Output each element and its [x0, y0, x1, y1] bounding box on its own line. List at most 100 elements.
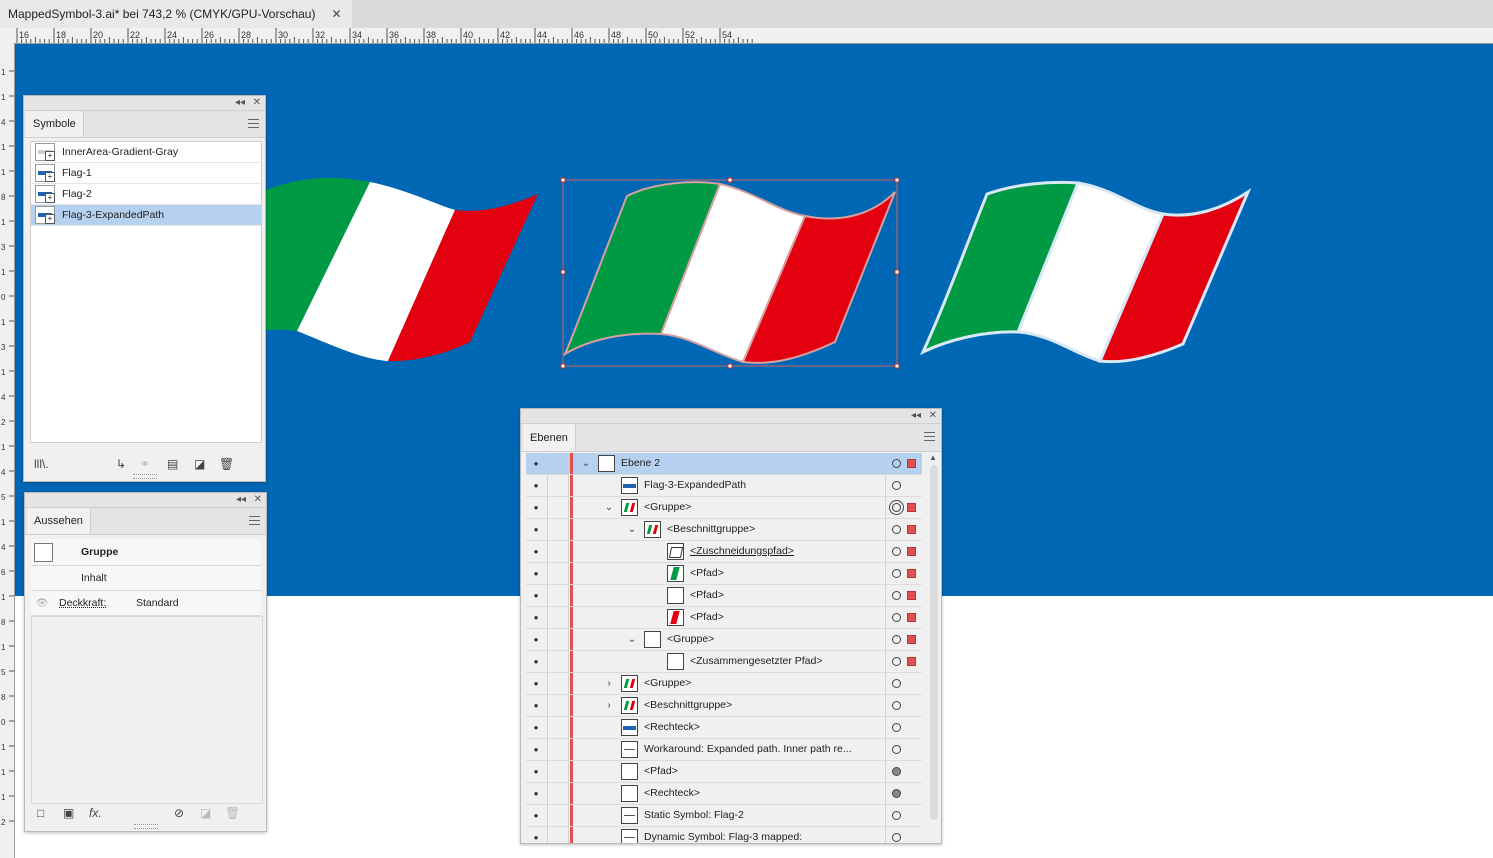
target-circle-icon[interactable] [892, 613, 901, 622]
clear-icon[interactable]: ⊘ [174, 806, 184, 820]
panel-menu-icon[interactable] [924, 432, 935, 441]
chevron-down-icon[interactable]: ⌄ [626, 519, 638, 540]
collapse-panel-icon[interactable]: ◂◂ [911, 409, 921, 423]
tab-symbole[interactable]: Symbole [26, 111, 84, 137]
fx-icon[interactable]: fx. [89, 806, 102, 820]
panel-resize-grip[interactable] [133, 824, 158, 829]
symbol-item[interactable]: + InnerArea-Gradient-Gray [31, 142, 261, 163]
lock-toggle[interactable] [547, 805, 569, 826]
symbol-item[interactable]: + Flag-2 [31, 184, 261, 205]
target-circle-icon[interactable] [892, 723, 901, 732]
layer-row[interactable]: ● › <Gruppe> [526, 673, 922, 695]
target-circle-icon[interactable] [892, 811, 901, 820]
layer-row[interactable]: ● ⌄ <Gruppe> [526, 497, 922, 519]
chevron-down-icon[interactable]: ⌄ [580, 453, 592, 474]
layer-row[interactable]: ● Flag-3-ExpandedPath [526, 475, 922, 497]
visibility-eye-icon[interactable]: ● [526, 761, 546, 782]
lock-toggle[interactable] [547, 497, 569, 518]
visibility-eye-icon[interactable]: ● [526, 805, 546, 826]
layer-row[interactable]: ● › <Beschnittgruppe> [526, 695, 922, 717]
place-symbol-icon[interactable]: ↳ [116, 457, 126, 471]
visibility-eye-icon[interactable]: ● [526, 827, 546, 843]
visibility-eye-icon[interactable]: ● [526, 519, 546, 540]
tab-ebenen[interactable]: Ebenen [523, 424, 576, 451]
visibility-eye-icon[interactable]: ● [526, 563, 546, 584]
visibility-eye-icon[interactable]: 👁 [31, 598, 53, 609]
close-panel-icon[interactable]: ✕ [253, 96, 261, 110]
lock-toggle[interactable] [547, 761, 569, 782]
chevron-down-icon[interactable]: ⌄ [626, 629, 638, 650]
flag-1-artwork[interactable] [255, 177, 538, 362]
lock-toggle[interactable] [547, 607, 569, 628]
layers-scrollbar[interactable]: ▲ [929, 453, 939, 825]
close-panel-icon[interactable]: ✕ [254, 493, 262, 507]
lock-toggle[interactable] [547, 453, 569, 474]
visibility-eye-icon[interactable]: ● [526, 585, 546, 606]
lock-toggle[interactable] [547, 695, 569, 716]
lock-toggle[interactable] [547, 475, 569, 496]
target-circle-icon[interactable] [892, 767, 901, 776]
panel-menu-icon[interactable] [249, 516, 260, 525]
layer-row[interactable]: ● <Zuschneidungspfad> [526, 541, 922, 563]
appearance-object-row[interactable]: Gruppe [31, 539, 261, 566]
lock-toggle[interactable] [547, 519, 569, 540]
layer-row[interactable]: ● Dynamic Symbol: Flag-3 mapped: [526, 827, 922, 843]
tab-aussehen[interactable]: Aussehen [27, 508, 91, 534]
target-circle-icon[interactable] [892, 503, 901, 512]
target-circle-icon[interactable] [892, 745, 901, 754]
symbol-item[interactable]: + Flag-3-ExpandedPath [31, 205, 261, 226]
visibility-eye-icon[interactable]: ● [526, 695, 546, 716]
lock-toggle[interactable] [547, 541, 569, 562]
target-circle-icon[interactable] [892, 789, 901, 798]
layer-row[interactable]: ● <Pfad> [526, 563, 922, 585]
lock-toggle[interactable] [547, 629, 569, 650]
visibility-eye-icon[interactable]: ● [526, 717, 546, 738]
visibility-eye-icon[interactable]: ● [526, 475, 546, 496]
target-circle-icon[interactable] [892, 525, 901, 534]
vertical-ruler[interactable]: 1141181310131421451461815801112 [0, 43, 15, 858]
layer-row[interactable]: ● <Pfad> [526, 585, 922, 607]
target-circle-icon[interactable] [892, 591, 901, 600]
symbol-item[interactable]: + Flag-1 [31, 163, 261, 184]
flag-2-artwork[interactable] [560, 177, 900, 369]
chevron-right-icon[interactable]: › [603, 673, 615, 694]
appearance-opacity-row[interactable]: 👁 Deckkraft: Standard [31, 591, 261, 616]
delete-icon[interactable]: 🗑 [219, 457, 234, 471]
layer-row[interactable]: ● <Zusammengesetzter Pfad> [526, 651, 922, 673]
appearance-content-row[interactable]: Inhalt [31, 566, 261, 591]
visibility-eye-icon[interactable]: ● [526, 651, 546, 672]
selection-indicator[interactable] [907, 547, 916, 556]
lock-toggle[interactable] [547, 585, 569, 606]
lock-toggle[interactable] [547, 717, 569, 738]
chevron-right-icon[interactable]: › [603, 695, 615, 716]
collapse-panel-icon[interactable]: ◂◂ [236, 493, 246, 507]
visibility-eye-icon[interactable]: ● [526, 541, 546, 562]
target-circle-icon[interactable] [892, 481, 901, 490]
layer-row[interactable]: ● <Rechteck> [526, 717, 922, 739]
target-circle-icon[interactable] [892, 459, 901, 468]
layer-row[interactable]: ● <Pfad> [526, 761, 922, 783]
close-panel-icon[interactable]: ✕ [929, 409, 937, 423]
selection-indicator[interactable] [907, 459, 916, 468]
target-circle-icon[interactable] [892, 657, 901, 666]
document-tab[interactable]: MappedSymbol-3.ai* bei 743,2 % (CMYK/GPU… [0, 0, 352, 28]
symbol-options-icon[interactable]: ▤ [167, 457, 178, 471]
visibility-eye-icon[interactable]: ● [526, 453, 546, 474]
selection-indicator[interactable] [907, 525, 916, 534]
selection-indicator[interactable] [907, 613, 916, 622]
selection-indicator[interactable] [907, 569, 916, 578]
new-symbol-icon[interactable]: ◪ [194, 457, 205, 471]
panel-menu-icon[interactable] [248, 119, 259, 128]
layer-row[interactable]: ● <Pfad> [526, 607, 922, 629]
layer-row[interactable]: ● ⌄ <Gruppe> [526, 629, 922, 651]
delete-icon[interactable]: 🗑 [225, 806, 240, 820]
ruler-corner[interactable] [0, 28, 15, 44]
add-stroke-icon[interactable]: □ [37, 806, 44, 820]
visibility-eye-icon[interactable]: ● [526, 783, 546, 804]
lock-toggle[interactable] [547, 827, 569, 843]
layer-row[interactable]: ● Workaround: Expanded path. Inner path r… [526, 739, 922, 761]
target-circle-icon[interactable] [892, 569, 901, 578]
selection-indicator[interactable] [907, 503, 916, 512]
target-circle-icon[interactable] [892, 701, 901, 710]
visibility-eye-icon[interactable]: ● [526, 673, 546, 694]
